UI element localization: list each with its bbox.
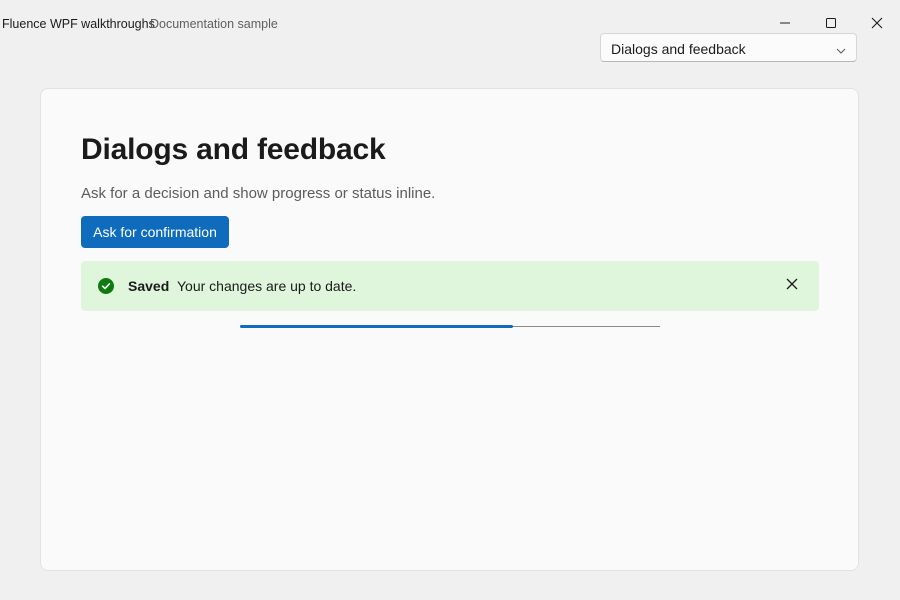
progress-fill xyxy=(240,325,513,328)
infobar-dismiss-button[interactable] xyxy=(780,274,804,298)
content-card: Dialogs and feedback Ask for a decision … xyxy=(40,88,859,571)
close-button[interactable] xyxy=(854,8,900,38)
infobar-title: Saved xyxy=(128,278,170,294)
minimize-icon xyxy=(779,17,791,29)
progress-bar xyxy=(240,325,660,329)
checkmark-circle-icon xyxy=(98,278,114,299)
success-infobar: Saved Your changes are up to date. xyxy=(81,261,819,311)
infobar-message: Your changes are up to date. xyxy=(177,278,357,294)
ask-for-confirmation-button[interactable]: Ask for confirmation xyxy=(81,216,229,248)
page-description: Ask for a decision and show progress or … xyxy=(81,185,436,202)
page-title: Dialogs and feedback xyxy=(81,133,386,166)
maximize-icon xyxy=(825,17,837,29)
close-icon xyxy=(871,17,883,29)
page-selector-dropdown[interactable]: Dialogs and feedback xyxy=(600,33,857,62)
app-window: Fluence WPF walkthroughs Documentation s… xyxy=(0,0,900,600)
dismiss-icon xyxy=(786,277,798,295)
app-title: Fluence WPF walkthroughs xyxy=(2,17,155,31)
app-subtitle: Documentation sample xyxy=(150,17,278,31)
chevron-down-icon xyxy=(836,43,846,61)
page-selector-value: Dialogs and feedback xyxy=(611,41,746,57)
